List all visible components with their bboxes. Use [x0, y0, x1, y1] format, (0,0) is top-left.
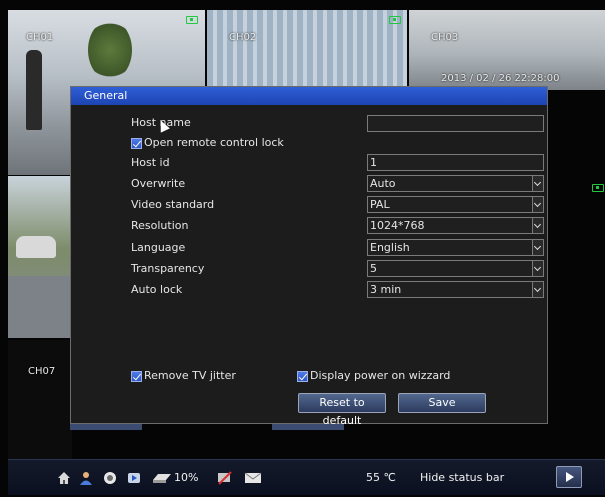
chevron-down-icon[interactable] — [532, 218, 543, 233]
dialog-title: General — [71, 87, 547, 105]
video-standard-label: Video standard — [131, 198, 215, 211]
reset-to-default-button[interactable]: Reset to default — [298, 393, 386, 427]
temperature-text: 55 ℃ — [366, 471, 396, 484]
plant-image — [88, 20, 132, 80]
background-strip — [272, 424, 344, 430]
road-image — [8, 276, 72, 338]
record-indicator-icon — [592, 184, 604, 192]
camera-label-ch02: CH02 — [229, 32, 257, 43]
language-select[interactable]: English — [367, 239, 544, 256]
remote-lock-checkbox[interactable] — [131, 138, 142, 149]
resolution-select[interactable]: 1024*768 — [367, 217, 544, 234]
dvr-screen: CH01 CH02 CH03 2013 / 02 / 26 22:28:00 C… — [0, 0, 605, 497]
transparency-select[interactable]: 5 — [367, 260, 544, 277]
overwrite-label: Overwrite — [131, 177, 186, 190]
camera-timestamp: 2013 / 02 / 26 22:28:00 — [441, 73, 560, 84]
host-id-label: Host id — [131, 156, 170, 169]
chevron-down-icon[interactable] — [532, 176, 543, 191]
camera-tile-ch02[interactable]: CH02 — [207, 10, 407, 90]
display-power-on-wizard-label: Display power on wizzard — [310, 369, 451, 382]
camera-tile-ch07[interactable]: CH07 — [8, 340, 72, 460]
chevron-down-icon[interactable] — [532, 240, 543, 255]
chevron-down-icon[interactable] — [532, 261, 543, 276]
playback-icon[interactable] — [126, 470, 142, 486]
network-icon[interactable] — [216, 470, 234, 486]
hdd-usage-text: 10% — [174, 471, 199, 484]
host-id-field[interactable]: 1 — [367, 154, 544, 171]
general-settings-dialog: General Host name Open remote control lo… — [70, 86, 548, 427]
transparency-label: Transparency — [131, 262, 205, 275]
chevron-down-icon[interactable] — [532, 282, 543, 297]
chevron-down-icon[interactable] — [532, 197, 543, 212]
status-bar: 10% 55 ℃ Hide status bar — [8, 459, 605, 495]
record-icon[interactable] — [102, 470, 118, 486]
camera-label-ch07: CH07 — [28, 366, 56, 377]
camera-label-ch03: CH03 — [431, 32, 459, 43]
camera-tile-ch05[interactable] — [8, 176, 72, 338]
hdd-icon — [153, 474, 171, 483]
video-standard-select[interactable]: PAL — [367, 196, 544, 213]
car-image — [16, 236, 56, 258]
user-icon[interactable] — [78, 470, 94, 486]
record-indicator-icon — [389, 16, 401, 24]
resolution-label: Resolution — [131, 219, 189, 232]
record-indicator-icon — [186, 16, 198, 24]
auto-lock-select[interactable]: 3 min — [367, 281, 544, 298]
remove-tv-jitter-label: Remove TV jitter — [144, 369, 236, 382]
camera-label-ch01: CH01 — [26, 32, 54, 43]
language-label: Language — [131, 241, 186, 254]
remove-tv-jitter-checkbox[interactable] — [131, 371, 142, 382]
home-icon[interactable] — [56, 470, 72, 486]
overwrite-select[interactable]: Auto — [367, 175, 544, 192]
hide-status-bar-button[interactable] — [556, 466, 582, 488]
camera-tile-ch03[interactable]: CH03 2013 / 02 / 26 22:28:00 — [409, 10, 605, 90]
background-strip — [70, 424, 142, 430]
remote-lock-label: Open remote control lock — [144, 136, 284, 149]
save-button[interactable]: Save — [398, 393, 486, 413]
hide-status-bar-label[interactable]: Hide status bar — [420, 471, 504, 484]
host-name-field[interactable] — [367, 115, 544, 132]
person-image — [26, 50, 42, 130]
display-power-on-wizard-checkbox[interactable] — [297, 371, 308, 382]
auto-lock-label: Auto lock — [131, 283, 183, 296]
mail-icon[interactable] — [244, 470, 262, 486]
